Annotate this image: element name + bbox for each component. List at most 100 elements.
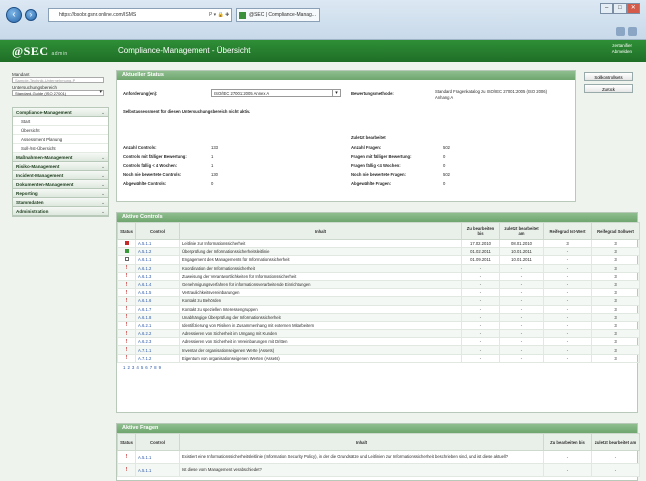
bereich-select[interactable]: Standard-Guide (ISO 27001) [12, 90, 104, 96]
table-row[interactable]: ! A.6.2.3 Adressieren von Sicherheit in Ve… [117, 337, 640, 347]
minimize-icon[interactable]: – [600, 3, 614, 14]
control-id-link[interactable]: A.7.1.1 [135, 345, 180, 355]
control-id-link[interactable]: A.5.1.1 [135, 463, 180, 477]
menu-item-assessment[interactable]: Assessment Planung [13, 135, 108, 144]
column-header[interactable]: Reifegrad Sollwert [591, 222, 640, 240]
control-text: Inventar der organisationseigenen Werte … [179, 345, 462, 355]
sollkontrollsets-button[interactable]: Sollkontrollsets [584, 72, 633, 81]
controls-table: Status Control Inhalt Zu bearbeiten bis zule… [117, 222, 640, 363]
table-row[interactable]: A.5.1.2 Überprüfung der Informationssiche… [117, 247, 640, 257]
home-icon[interactable] [616, 27, 625, 36]
control-id-link[interactable]: A.6.1.7 [135, 304, 180, 314]
control-id-link[interactable]: A.5.1.1 [135, 238, 180, 249]
column-header[interactable]: Zu bearbeiten bis [543, 433, 592, 451]
table-row[interactable]: ! A.7.1.1 Inventar der organisationseigene… [117, 345, 640, 355]
menu-dokumente[interactable]: Dokumenten-Management ⌄ [13, 180, 108, 189]
column-header[interactable]: Inhalt [179, 433, 544, 451]
table-row[interactable]: ! A.6.2.1 Identifizierung von Risiken in Z… [117, 320, 640, 331]
menu-reporting[interactable]: Reporting ⌄ [13, 189, 108, 198]
table-row[interactable]: ! A.6.1.7 Kontakt zu speziellen Interessen… [117, 304, 640, 314]
address-bar[interactable]: https://bsobr.gsnr.online.com/ISMS P ▾ 🔒… [48, 8, 232, 22]
close-icon[interactable]: ✕ [626, 3, 640, 14]
anforderung-select[interactable]: ISO/IEC 27001:2005 Annex A ▾ [211, 89, 341, 97]
window-controls: – □ ✕ [600, 3, 640, 15]
forward-icon[interactable]: › [25, 9, 37, 21]
menu-incident[interactable]: Incident-Management ⌄ [13, 171, 108, 180]
control-id-link[interactable]: A.6.2.1 [135, 320, 180, 331]
menu-item-start[interactable]: Start [13, 117, 108, 126]
table-row[interactable]: A.5.1.1 Leitlinie zur Informationssicherh… [117, 238, 640, 249]
column-header[interactable]: Control [135, 433, 180, 451]
due-date: - [461, 329, 500, 339]
table-row[interactable]: ! A.7.1.2 Eigentum von organisationseigene… [117, 353, 640, 363]
table-row[interactable]: ! A.5.1.1 Ist diese vom Management verabsc… [117, 463, 640, 477]
column-header[interactable]: zuletzt bearbeitet am [499, 222, 544, 240]
table-row[interactable]: ! A.6.1.6 Kontakt zu Behörden - - -3 [117, 296, 640, 306]
menu-stammdaten[interactable]: Stammdaten ⌄ [13, 198, 108, 207]
column-header[interactable]: Reifegrad Ist-Wert [543, 222, 592, 240]
page-link[interactable]: 7 [150, 365, 152, 370]
status-key: Noch nie bewertete Controls: [123, 172, 182, 177]
maximize-icon[interactable]: □ [613, 3, 627, 14]
status-key: Fragen fällig <4 Wochen: [351, 163, 401, 168]
control-id-link[interactable]: A.6.1.8 [135, 312, 180, 322]
page-link[interactable]: 6 [145, 365, 147, 370]
due-date: - [461, 345, 500, 355]
control-id-link[interactable]: A.6.1.3 [135, 271, 180, 281]
control-id-link[interactable]: A.6.2.3 [135, 337, 180, 347]
control-id-link[interactable]: A.6.1.6 [135, 296, 180, 306]
page-link[interactable]: 1 [123, 365, 125, 370]
column-header[interactable]: zuletzt bearbeitet am [591, 433, 640, 451]
status-warning-icon: ! [125, 265, 128, 272]
status-key: Abgewählte Controls: [123, 181, 167, 186]
due-date: - [461, 288, 500, 298]
table-row[interactable]: ! A.6.1.4 Genehmigungsverfahren für inform… [117, 279, 640, 290]
page-link[interactable]: 8 [154, 365, 156, 370]
status-cell: ! [117, 296, 136, 306]
maturity-target: 3 [591, 312, 640, 322]
table-row[interactable]: A.6.1.1 Engagement des Managements für In… [117, 255, 640, 265]
column-header[interactable]: Inhalt [179, 222, 462, 240]
mandant-field[interactable]: Sample-Technik-Unternehmung-P [12, 77, 104, 83]
column-header[interactable]: Zu bearbeiten bis [461, 222, 500, 240]
column-header[interactable]: Status [117, 433, 136, 451]
page-link[interactable]: 2 [127, 365, 129, 370]
menu-item-soll-ist[interactable]: Soll-/Ist-Übersicht [13, 144, 108, 153]
menu-risiko[interactable]: Risiko-Management ⌄ [13, 162, 108, 171]
page-link[interactable]: 3 [132, 365, 134, 370]
control-id-link[interactable]: A.5.1.2 [135, 247, 180, 257]
browser-tab[interactable]: @SEC | Compliance-Manag... [236, 8, 320, 22]
favorites-icon[interactable] [628, 27, 637, 36]
table-row[interactable]: ! A.6.1.8 Unabhängige Überprüfung der Info… [117, 312, 640, 322]
status-cell: ! [117, 337, 136, 347]
page-link[interactable]: 4 [136, 365, 138, 370]
column-header[interactable]: Status [117, 222, 136, 240]
table-row[interactable]: ! A.6.2.2 Adressieren von Sicherheit im Um… [117, 329, 640, 339]
menu-massnahmen[interactable]: Maßnahmen-Management ⌄ [13, 153, 108, 162]
menu-compliance[interactable]: Compliance-Management ⌄ [13, 108, 108, 117]
table-row[interactable]: ! A.6.1.5 Vertraulichkeitsvereinbarungen - -… [117, 288, 640, 298]
question-text: Existiert eine Informationssicherheitsle… [179, 450, 544, 464]
control-id-link[interactable]: A.6.1.4 [135, 279, 180, 290]
control-id-link[interactable]: A.6.1.5 [135, 288, 180, 298]
page-link[interactable]: 9 [159, 365, 161, 370]
control-id-link[interactable]: A.5.1.1 [135, 450, 180, 464]
table-row[interactable]: ! A.6.1.2 Koordination der Informationssic… [117, 263, 640, 273]
control-id-link[interactable]: A.6.2.2 [135, 329, 180, 339]
status-warning-icon: ! [125, 314, 128, 321]
column-header[interactable]: Control [135, 222, 180, 240]
menu-administration[interactable]: Administration ⌄ [13, 207, 108, 216]
menu-item-uebersicht[interactable]: Übersicht [13, 126, 108, 135]
back-button[interactable]: Zurück [584, 84, 633, 93]
page-link[interactable]: 5 [141, 365, 143, 370]
control-id-link[interactable]: A.6.1.1 [135, 255, 180, 265]
status-warning-icon: ! [125, 273, 128, 280]
maturity-actual: - [543, 345, 592, 355]
control-id-link[interactable]: A.7.1.2 [135, 353, 180, 363]
back-icon[interactable]: ‹ [6, 7, 22, 23]
table-row[interactable]: ! A.5.1.1 Existiert eine Informationssiche… [117, 450, 640, 464]
table-row[interactable]: ! A.6.1.3 Zuweisung der Verantwortlichkeit… [117, 271, 640, 281]
due-date: - [461, 320, 500, 331]
logout-link[interactable]: Abmelden [612, 49, 632, 55]
control-id-link[interactable]: A.6.1.2 [135, 263, 180, 273]
